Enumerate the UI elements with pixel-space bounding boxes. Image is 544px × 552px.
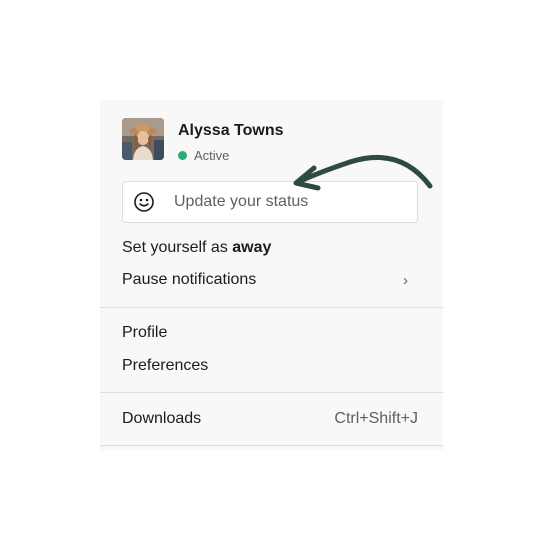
- user-name: Alyssa Towns: [178, 122, 284, 139]
- downloads-shortcut: Ctrl+Shift+J: [334, 410, 418, 427]
- avatar-photo: [122, 118, 164, 160]
- profile-menu-item[interactable]: Profile: [122, 324, 418, 350]
- avatar: [122, 118, 164, 160]
- presence-label: Active: [194, 147, 230, 163]
- divider: [100, 392, 443, 393]
- update-status-placeholder: Update your status: [174, 193, 309, 210]
- downloads-menu-item[interactable]: Downloads Ctrl+Shift+J: [122, 410, 418, 436]
- preferences-label: Preferences: [122, 357, 209, 374]
- divider: [100, 307, 443, 308]
- divider: [100, 445, 443, 446]
- downloads-label: Downloads: [122, 410, 202, 427]
- chevron-right-icon: ›: [403, 272, 408, 289]
- preferences-menu-item[interactable]: Preferences: [122, 357, 418, 383]
- pause-notifications-label: Pause notifications: [122, 271, 257, 288]
- profile-label: Profile: [122, 324, 168, 341]
- annotation-arrow-icon: [293, 154, 433, 191]
- set-away-menu-item[interactable]: Set yourself as away: [122, 239, 418, 265]
- active-status-dot-icon: [178, 150, 187, 160]
- smiley-icon: [134, 192, 154, 212]
- set-away-label: Set yourself as: [122, 239, 233, 256]
- pause-notifications-menu-item[interactable]: Pause notifications ›: [122, 271, 418, 297]
- presence-status: Active: [178, 146, 229, 164]
- set-away-bold-label: away: [232, 239, 272, 256]
